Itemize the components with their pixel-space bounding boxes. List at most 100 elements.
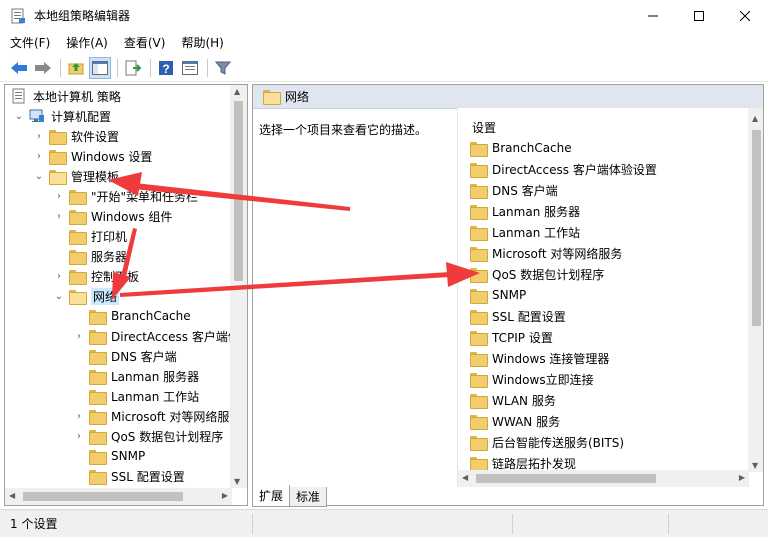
tab-extended[interactable]: 扩展 xyxy=(252,485,291,507)
tree-vertical-scrollbar[interactable]: ▲ ▼ xyxy=(230,85,247,488)
tree-item-admin-templates[interactable]: ⌄ 管理模板 xyxy=(33,166,119,186)
details-pane: 网络 选择一个项目来查看它的描述。 设置 BranchCache DirectAc… xyxy=(252,84,764,506)
tree-item-start-menu[interactable]: › "开始"菜单和任务栏 xyxy=(53,186,198,206)
tree-item-control-panel[interactable]: › 控制面板 xyxy=(53,266,139,286)
window-title: 本地组策略编辑器 xyxy=(34,9,131,23)
settings-list-item[interactable]: SNMP xyxy=(470,285,526,305)
tree-horizontal-scrollbar[interactable]: ◀ ▶ xyxy=(5,488,232,505)
tree-item-network-child[interactable]: Lanman 服务器 xyxy=(89,366,199,386)
tree-item-network-child[interactable]: › Microsoft 对等网络服 xyxy=(73,406,229,426)
scroll-left-icon[interactable]: ◀ xyxy=(462,473,468,482)
tree-item-windows-components[interactable]: › Windows 组件 xyxy=(53,206,172,226)
minimize-button[interactable] xyxy=(630,0,676,31)
tree-item-label: DNS 客户端 xyxy=(111,349,177,364)
scroll-thumb[interactable] xyxy=(476,474,656,483)
toolbar-separator xyxy=(60,58,61,77)
list-vertical-scrollbar[interactable]: ▲ ▼ xyxy=(748,108,763,472)
tree-item-network-child[interactable]: BranchCache xyxy=(89,306,191,326)
chevron-down-icon[interactable]: ⌄ xyxy=(13,111,25,122)
scroll-up-icon[interactable]: ▲ xyxy=(752,114,758,123)
menu-action[interactable]: 操作(A) xyxy=(66,34,108,51)
scroll-left-icon[interactable]: ◀ xyxy=(9,491,15,500)
tree-item-label: 管理模板 xyxy=(71,169,120,184)
tree-item-network-child[interactable]: SSL 配置设置 xyxy=(89,466,185,486)
tree-item-network-child[interactable]: SNMP xyxy=(89,446,145,466)
settings-list-item[interactable]: DNS 客户端 xyxy=(470,180,558,200)
chevron-right-icon[interactable]: › xyxy=(73,431,85,442)
folder-icon xyxy=(470,225,488,241)
chevron-right-icon[interactable]: › xyxy=(73,331,85,342)
export-list-button[interactable] xyxy=(122,57,144,79)
tree-item-network-child[interactable]: › QoS 数据包计划程序 xyxy=(73,426,223,446)
folder-icon xyxy=(470,309,488,325)
tree-item-local-policy[interactable]: 本地计算机 策略 xyxy=(11,86,121,106)
settings-item-label: Lanman 工作站 xyxy=(492,225,581,240)
scroll-right-icon[interactable]: ▶ xyxy=(739,473,745,482)
settings-list-item[interactable]: Windows立即连接 xyxy=(470,369,594,389)
settings-list-item[interactable]: Microsoft 对等网络服务 xyxy=(470,243,622,263)
scroll-down-icon[interactable]: ▼ xyxy=(234,477,240,486)
menu-file[interactable]: 文件(F) xyxy=(10,34,50,51)
settings-item-label: TCPIP 设置 xyxy=(492,330,553,345)
menu-help[interactable]: 帮助(H) xyxy=(181,34,223,51)
properties-button[interactable] xyxy=(179,57,201,79)
close-icon xyxy=(740,10,750,21)
maximize-button[interactable] xyxy=(676,0,722,31)
settings-list-item[interactable]: TCPIP 设置 xyxy=(470,327,553,347)
tree-item-network-child[interactable]: Lanman 工作站 xyxy=(89,386,199,406)
folder-icon xyxy=(470,351,488,367)
chevron-right-icon[interactable]: › xyxy=(33,131,45,142)
tree-item-network-child[interactable]: DNS 客户端 xyxy=(89,346,177,366)
tree-item-network[interactable]: ⌄ 网络 xyxy=(53,286,120,306)
settings-list-item[interactable]: Windows 连接管理器 xyxy=(470,348,609,368)
chevron-right-icon[interactable]: › xyxy=(73,411,85,422)
chevron-down-icon[interactable]: ⌄ xyxy=(33,171,45,182)
scroll-thumb[interactable] xyxy=(234,101,243,281)
tree-item-windows-settings[interactable]: › Windows 设置 xyxy=(33,146,152,166)
tab-standard[interactable]: 标准 xyxy=(289,487,328,507)
chevron-right-icon[interactable]: › xyxy=(53,211,65,222)
chevron-down-icon[interactable]: ⌄ xyxy=(53,291,65,302)
folder-icon xyxy=(89,409,107,425)
filter-button[interactable] xyxy=(212,57,234,79)
settings-list-item[interactable]: QoS 数据包计划程序 xyxy=(470,264,604,284)
toolbar-separator xyxy=(117,58,118,77)
tree-item-servers[interactable]: 服务器 xyxy=(69,246,127,266)
settings-list[interactable]: 设置 BranchCache DirectAccess 客户端体验设置 DNS 客户… xyxy=(457,107,763,487)
console-tree[interactable]: 本地计算机 策略 ⌄ 计算机配置 › 软件设置 › Windows 设置 ⌄ 管… xyxy=(4,84,248,506)
scroll-up-icon[interactable]: ▲ xyxy=(234,87,240,96)
column-header-setting[interactable]: 设置 xyxy=(472,119,496,136)
settings-list-item[interactable]: Lanman 工作站 xyxy=(470,222,580,242)
back-button[interactable] xyxy=(8,57,30,79)
forward-button[interactable] xyxy=(32,57,54,79)
folder-icon xyxy=(470,141,488,157)
settings-item-label: QoS 数据包计划程序 xyxy=(492,267,605,282)
settings-list-item[interactable]: SSL 配置设置 xyxy=(470,306,566,326)
chevron-right-icon[interactable]: › xyxy=(53,271,65,282)
settings-list-item[interactable]: DirectAccess 客户端体验设置 xyxy=(470,159,657,179)
settings-list-item[interactable]: WLAN 服务 xyxy=(470,390,556,410)
folder-icon xyxy=(470,204,488,220)
tree-item-software-settings[interactable]: › 软件设置 xyxy=(33,126,119,146)
chevron-right-icon[interactable]: › xyxy=(33,151,45,162)
tree-item-network-child[interactable]: › DirectAccess 客户端体 xyxy=(73,326,240,346)
up-level-button[interactable] xyxy=(65,57,87,79)
tree-item-label: Windows 设置 xyxy=(71,149,153,164)
scroll-right-icon[interactable]: ▶ xyxy=(222,491,228,500)
folder-icon xyxy=(49,149,67,165)
chevron-right-icon[interactable]: › xyxy=(53,191,65,202)
help-button[interactable]: ? xyxy=(155,57,177,79)
settings-list-item[interactable]: WWAN 服务 xyxy=(470,411,560,431)
settings-list-item[interactable]: BranchCache xyxy=(470,138,572,158)
scroll-thumb[interactable] xyxy=(752,130,761,326)
list-horizontal-scrollbar[interactable]: ◀ ▶ xyxy=(458,470,749,487)
menu-view[interactable]: 查看(V) xyxy=(124,34,166,51)
settings-list-item[interactable]: 后台智能传送服务(BITS) xyxy=(470,432,624,452)
show-hide-tree-button[interactable] xyxy=(89,56,111,79)
settings-list-item[interactable]: Lanman 服务器 xyxy=(470,201,580,221)
scroll-down-icon[interactable]: ▼ xyxy=(752,461,758,470)
tree-item-computer-config[interactable]: ⌄ 计算机配置 xyxy=(13,106,111,126)
scroll-thumb[interactable] xyxy=(23,492,183,501)
tree-item-printers[interactable]: 打印机 xyxy=(69,226,127,246)
close-button[interactable] xyxy=(722,0,768,31)
